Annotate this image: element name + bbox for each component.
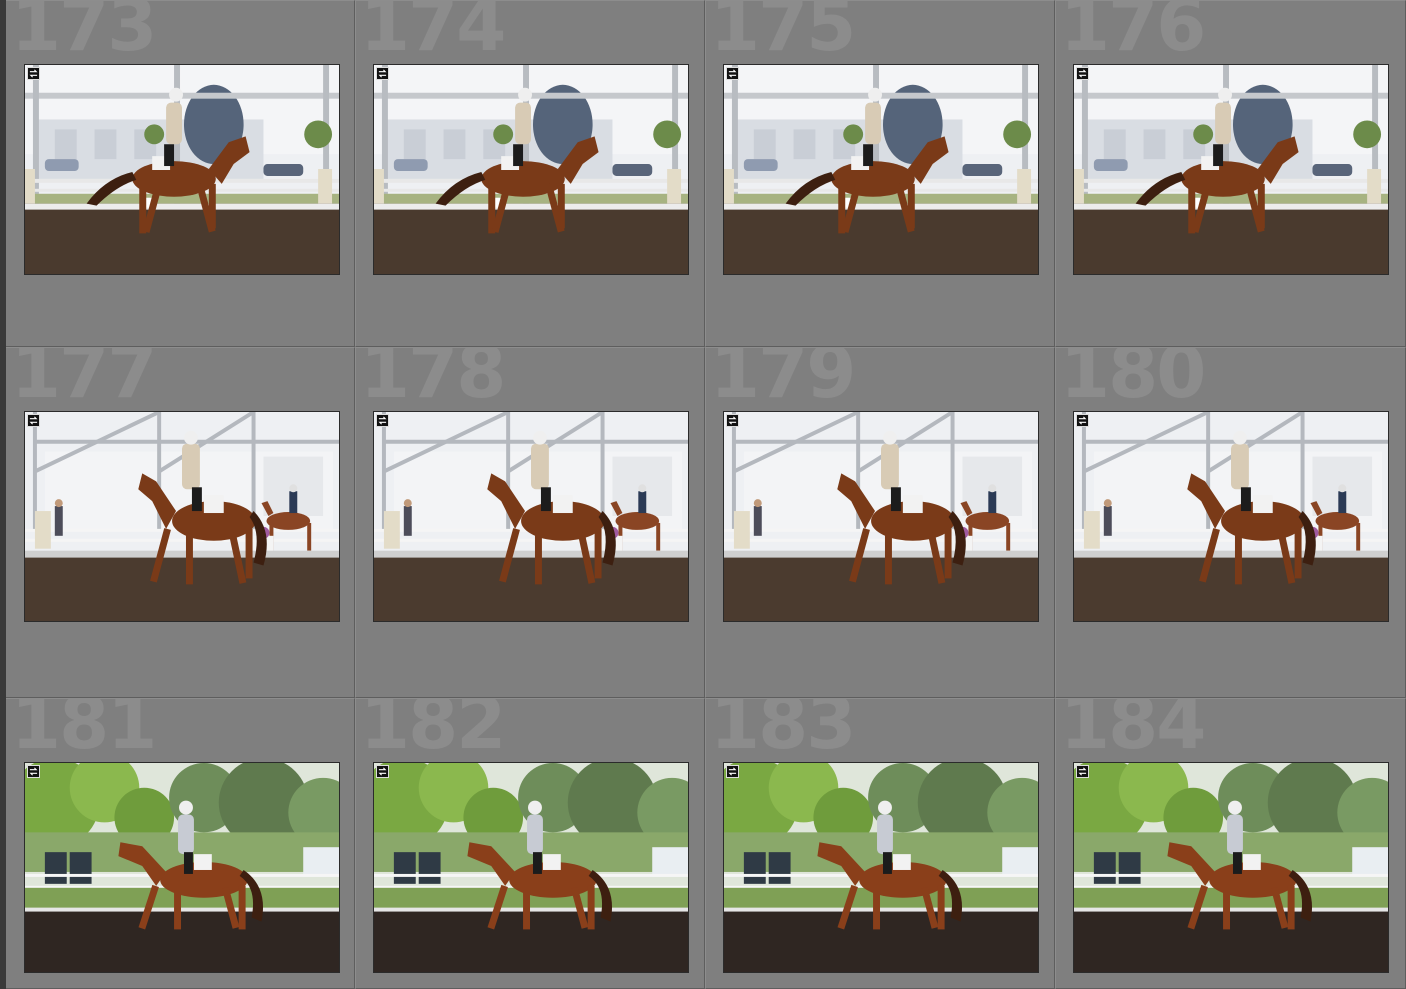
- cell-index-number: 180: [1060, 347, 1206, 414]
- filmstrip-cell[interactable]: 175: [705, 0, 1055, 347]
- sync-arrows-icon[interactable]: [726, 765, 739, 778]
- filmstrip-cell[interactable]: 181: [0, 698, 355, 989]
- sync-arrows-icon[interactable]: [27, 765, 40, 778]
- sync-arrows-icon[interactable]: [27, 414, 40, 427]
- photo-thumbnail[interactable]: [723, 762, 1039, 973]
- filmstrip-cell[interactable]: 179: [705, 347, 1055, 698]
- photo-image: [374, 412, 688, 621]
- photo-thumbnail[interactable]: [373, 762, 689, 973]
- cell-index-number: 173: [11, 0, 157, 67]
- photo-thumbnail[interactable]: [1073, 762, 1389, 973]
- photo-image: [25, 65, 339, 274]
- sync-arrows-icon[interactable]: [726, 414, 739, 427]
- photo-image: [1074, 65, 1388, 274]
- photo-thumbnail[interactable]: [373, 64, 689, 275]
- filmstrip-cell[interactable]: 173: [0, 0, 355, 347]
- photo-thumbnail[interactable]: [373, 411, 689, 622]
- photo-thumbnail[interactable]: [723, 411, 1039, 622]
- photo-thumbnail[interactable]: [24, 762, 340, 973]
- sync-arrows-icon[interactable]: [27, 67, 40, 80]
- filmstrip-cell[interactable]: 182: [355, 698, 705, 989]
- photo-image: [1074, 412, 1388, 621]
- cell-index-number: 176: [1060, 0, 1206, 67]
- photo-image: [724, 65, 1038, 274]
- cell-index-number: 178: [360, 347, 506, 414]
- filmstrip-cell[interactable]: 176: [1055, 0, 1406, 347]
- filmstrip-cell[interactable]: 180: [1055, 347, 1406, 698]
- photo-image: [25, 412, 339, 621]
- panel-edge: [0, 0, 6, 989]
- filmstrip-cell[interactable]: 184: [1055, 698, 1406, 989]
- photo-thumbnail[interactable]: [1073, 64, 1389, 275]
- photo-thumbnail[interactable]: [723, 64, 1039, 275]
- cell-index-number: 184: [1060, 698, 1206, 765]
- photo-image: [374, 763, 688, 972]
- cell-index-number: 182: [360, 698, 506, 765]
- sync-arrows-icon[interactable]: [1076, 414, 1089, 427]
- sync-arrows-icon[interactable]: [376, 414, 389, 427]
- cell-index-number: 175: [710, 0, 856, 67]
- photo-thumbnail[interactable]: [1073, 411, 1389, 622]
- photo-image: [25, 763, 339, 972]
- sync-arrows-icon[interactable]: [1076, 67, 1089, 80]
- photo-thumbnail[interactable]: [24, 411, 340, 622]
- filmstrip-grid: 173 174 175 176 177 178 179 180 181 182 183 184: [0, 0, 1406, 989]
- filmstrip-cell[interactable]: 174: [355, 0, 705, 347]
- photo-image: [724, 412, 1038, 621]
- photo-thumbnail[interactable]: [24, 64, 340, 275]
- cell-index-number: 177: [11, 347, 157, 414]
- photo-image: [724, 763, 1038, 972]
- photo-image: [374, 65, 688, 274]
- cell-index-number: 174: [360, 0, 506, 67]
- filmstrip-cell[interactable]: 183: [705, 698, 1055, 989]
- sync-arrows-icon[interactable]: [726, 67, 739, 80]
- photo-image: [1074, 763, 1388, 972]
- cell-index-number: 183: [710, 698, 856, 765]
- cell-index-number: 179: [710, 347, 856, 414]
- sync-arrows-icon[interactable]: [376, 765, 389, 778]
- cell-index-number: 181: [11, 698, 157, 765]
- sync-arrows-icon[interactable]: [376, 67, 389, 80]
- sync-arrows-icon[interactable]: [1076, 765, 1089, 778]
- filmstrip-cell[interactable]: 178: [355, 347, 705, 698]
- filmstrip-cell[interactable]: 177: [0, 347, 355, 698]
